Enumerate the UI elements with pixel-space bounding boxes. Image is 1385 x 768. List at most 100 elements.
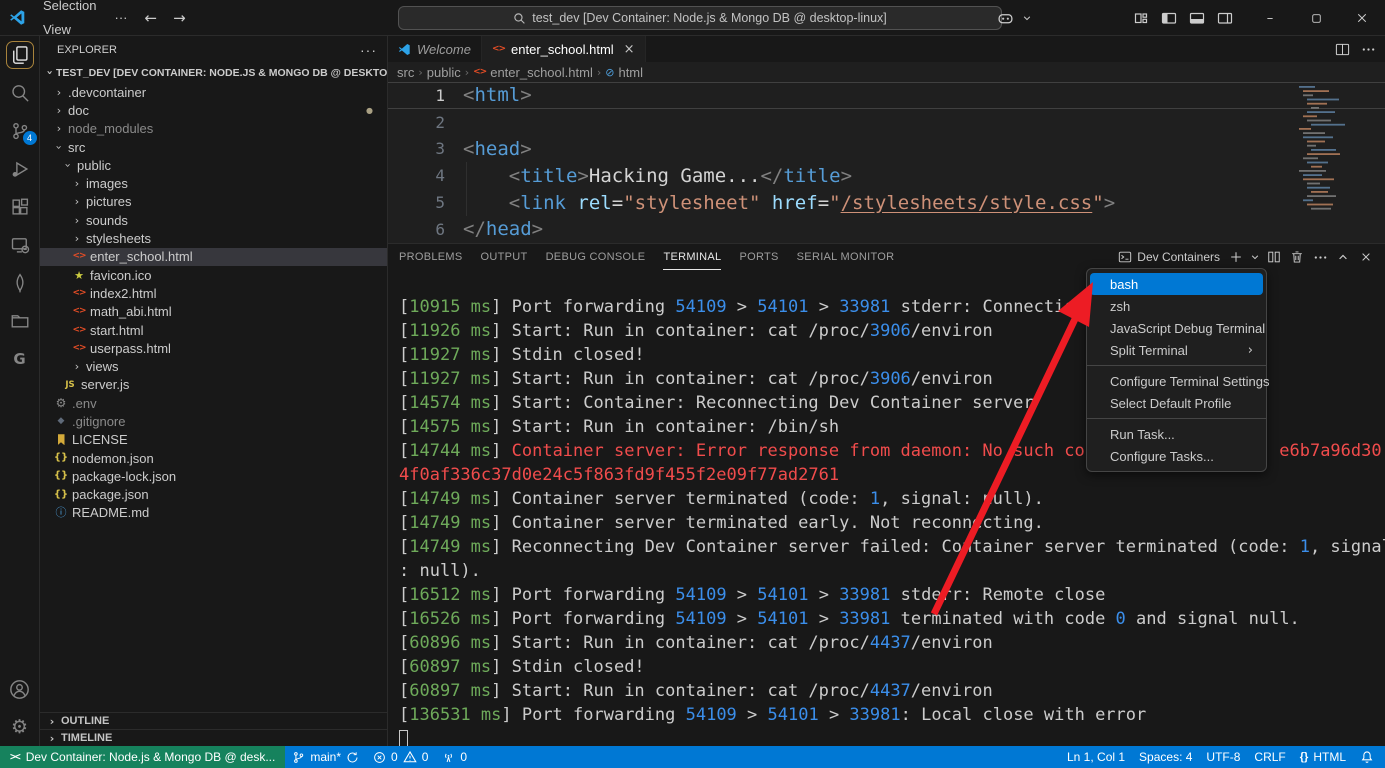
close-panel-icon[interactable] (1355, 246, 1377, 268)
activity-extensions[interactable] (0, 188, 40, 226)
more-actions-icon[interactable] (1357, 38, 1379, 60)
activity-account[interactable] (0, 670, 40, 708)
tree-item-index2-html[interactable]: <>index2.html (40, 284, 387, 302)
breadcrumb-public[interactable]: public (427, 65, 461, 80)
split-editor-icon[interactable] (1331, 38, 1353, 60)
tree-item-doc[interactable]: ›doc● (40, 101, 387, 119)
tree-item-favicon-ico[interactable]: ★favicon.ico (40, 266, 387, 284)
command-center-search[interactable]: test_dev [Dev Container: Node.js & Mongo… (398, 6, 1002, 30)
breadcrumb-file[interactable]: enter_school.html (490, 65, 593, 80)
panel-more-actions-icon[interactable] (1309, 246, 1331, 268)
dropdown-item-bash[interactable]: bash (1090, 273, 1263, 295)
panel-tab-ports[interactable]: PORTS (739, 244, 778, 270)
file-tree: ›.devcontainer›doc●›node_modules›src›pub… (40, 83, 387, 522)
back-icon[interactable]: ← (136, 9, 165, 27)
indentation[interactable]: Spaces: 4 (1132, 746, 1199, 768)
dropdown-item-configure-tasks[interactable]: Configure Tasks... (1090, 445, 1263, 467)
language-mode[interactable]: {} HTML (1293, 746, 1353, 768)
tree-root-folder[interactable]: › TEST_DEV [DEV CONTAINER: NODE.JS & MON… (40, 63, 387, 82)
timeline-section[interactable]: › TIMELINE (40, 729, 387, 746)
tree-item-pictures[interactable]: ›pictures (40, 193, 387, 211)
tree-item-node-modules[interactable]: ›node_modules (40, 120, 387, 138)
tree-item-sounds[interactable]: ›sounds (40, 211, 387, 229)
tree-item-gitignore[interactable]: ◆.gitignore (40, 412, 387, 430)
tree-item-package-json[interactable]: {}package.json (40, 486, 387, 504)
activity-mongodb[interactable] (0, 264, 40, 302)
tab-welcome[interactable]: Welcome (388, 36, 482, 62)
remote-indicator[interactable]: >< Dev Container: Node.js & Mongo DB @ d… (0, 746, 285, 768)
breadcrumb-symbol[interactable]: html (618, 65, 643, 80)
tree-item-devcontainer[interactable]: ›.devcontainer (40, 83, 387, 101)
activity-source-control[interactable]: 4 (0, 112, 40, 150)
tree-item-start-html[interactable]: <>start.html (40, 321, 387, 339)
split-terminal-icon[interactable] (1263, 246, 1285, 268)
dropdown-item-configure-terminal-settings[interactable]: Configure Terminal Settings (1090, 370, 1263, 392)
activity-run-debug[interactable] (0, 150, 40, 188)
tree-item-math-abi-html[interactable]: <>math_abi.html (40, 303, 387, 321)
toggle-panel-icon[interactable] (1183, 4, 1211, 32)
toggle-secondary-sidebar-icon[interactable] (1211, 4, 1239, 32)
tree-item-nodemon-json[interactable]: {}nodemon.json (40, 449, 387, 467)
tree-item-src[interactable]: ›src (40, 138, 387, 156)
maximize-button[interactable] (1293, 0, 1339, 36)
dropdown-item-zsh[interactable]: zsh (1090, 295, 1263, 317)
explorer-more-actions-icon[interactable]: ··· (360, 42, 377, 58)
branch-status[interactable]: main* (285, 746, 366, 768)
code-editor[interactable]: 1<html>23<head>4 <title>Hacking Game...<… (388, 82, 1385, 243)
tree-item-public[interactable]: ›public (40, 156, 387, 174)
customize-layout-icon[interactable] (1127, 4, 1155, 32)
eol-sequence[interactable]: CRLF (1247, 746, 1292, 768)
tree-item-enter-school-html[interactable]: <>enter_school.html (40, 248, 387, 266)
tree-item-userpass-html[interactable]: <>userpass.html (40, 339, 387, 357)
ports-status[interactable]: 0 (435, 746, 474, 768)
close-window-button[interactable] (1339, 0, 1385, 36)
copilot-icon[interactable] (991, 4, 1019, 32)
close-tab-icon[interactable]: × (624, 42, 635, 57)
tab-enter-school-html[interactable]: <> enter_school.html × (482, 36, 646, 62)
minimize-button[interactable]: – (1247, 0, 1293, 36)
menu-selection[interactable]: Selection (34, 0, 105, 18)
dropdown-item-javascript-debug-terminal[interactable]: JavaScript Debug Terminal (1090, 317, 1263, 339)
kill-terminal-icon[interactable] (1286, 246, 1308, 268)
launch-profile-chevron-icon[interactable] (1248, 246, 1262, 268)
panel-tab-terminal[interactable]: TERMINAL (663, 244, 721, 270)
activity-gitlens[interactable]: G (0, 340, 40, 378)
minimap[interactable] (1297, 84, 1357, 212)
menu-separator (1087, 418, 1266, 419)
dropdown-item-select-default-profile[interactable]: Select Default Profile (1090, 392, 1263, 414)
toggle-primary-sidebar-icon[interactable] (1155, 4, 1183, 32)
outline-section[interactable]: › OUTLINE (40, 712, 387, 729)
activity-folder-explorer[interactable] (0, 302, 40, 340)
panel-tab-serial-monitor[interactable]: SERIAL MONITOR (797, 244, 895, 270)
tree-item-license[interactable]: LICENSE (40, 431, 387, 449)
tree-item-label: doc (68, 103, 89, 118)
activity-search[interactable] (0, 74, 40, 112)
forward-icon[interactable]: → (165, 9, 194, 27)
code-text: <html> (445, 84, 532, 106)
tree-item-images[interactable]: ›images (40, 174, 387, 192)
encoding[interactable]: UTF-8 (1199, 746, 1247, 768)
chevron-icon: › (71, 232, 83, 245)
tree-item-package-lock-json[interactable]: {}package-lock.json (40, 467, 387, 485)
notifications[interactable] (1353, 746, 1381, 768)
breadcrumb-src[interactable]: src (397, 65, 414, 80)
tree-item-views[interactable]: ›views (40, 357, 387, 375)
activity-settings[interactable]: ⚙ (0, 708, 40, 746)
dropdown-item-split-terminal[interactable]: Split Terminal› (1090, 339, 1263, 361)
problems-status[interactable]: 0 0 (366, 746, 435, 768)
dropdown-item-run-task[interactable]: Run Task... (1090, 423, 1263, 445)
activity-remote-explorer[interactable] (0, 226, 40, 264)
tree-item-server-js[interactable]: JSserver.js (40, 376, 387, 394)
tree-item-readme-md[interactable]: ⓘREADME.md (40, 504, 387, 522)
tree-item-stylesheets[interactable]: ›stylesheets (40, 229, 387, 247)
cursor-position[interactable]: Ln 1, Col 1 (1060, 746, 1132, 768)
menu-more[interactable]: ··· (105, 6, 136, 30)
panel-tab-output[interactable]: OUTPUT (481, 244, 528, 270)
panel-tab-problems[interactable]: PROBLEMS (399, 244, 463, 270)
panel-tab-debug-console[interactable]: DEBUG CONSOLE (546, 244, 646, 270)
new-terminal-icon[interactable] (1225, 246, 1247, 268)
activity-explorer[interactable] (0, 36, 40, 74)
copilot-chevron-icon[interactable] (1019, 4, 1035, 32)
tree-item-env[interactable]: ⚙.env (40, 394, 387, 412)
maximize-panel-icon[interactable] (1332, 246, 1354, 268)
